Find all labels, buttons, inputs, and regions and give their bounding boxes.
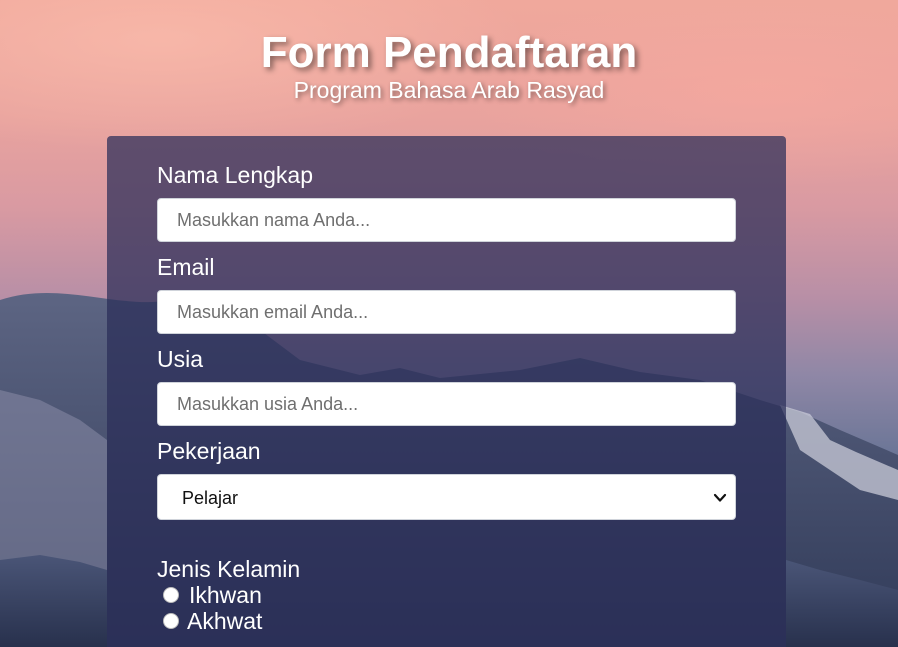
page-header: Form Pendaftaran Program Bahasa Arab Ras… [0, 28, 898, 104]
email-input[interactable] [157, 290, 736, 334]
registration-form-card: Nama Lengkap Email Usia Pekerjaan Pelaja… [107, 136, 786, 647]
age-label: Usia [157, 346, 204, 372]
name-label: Nama Lengkap [157, 162, 313, 188]
job-select-value: Pelajar [182, 488, 239, 508]
chevron-down-icon [713, 493, 727, 502]
gender-option-label: Ikhwan [189, 582, 262, 608]
gender-option-ikhwan[interactable]: Ikhwan [163, 583, 293, 607]
age-input[interactable] [157, 382, 736, 426]
name-input[interactable] [157, 198, 736, 242]
page-title: Form Pendaftaran [260, 28, 638, 77]
gender-option-label: Akhwat [187, 608, 263, 634]
email-label: Email [157, 254, 215, 280]
gender-label: Jenis Kelamin [157, 556, 301, 582]
job-label: Pekerjaan [157, 438, 261, 464]
radio-button[interactable] [163, 613, 179, 629]
radio-button[interactable] [163, 587, 179, 603]
job-select[interactable]: Pelajar [157, 474, 736, 520]
gender-option-akhwat[interactable]: Akhwat [163, 609, 293, 633]
page-subtitle: Program Bahasa Arab Rasyad [293, 77, 605, 103]
